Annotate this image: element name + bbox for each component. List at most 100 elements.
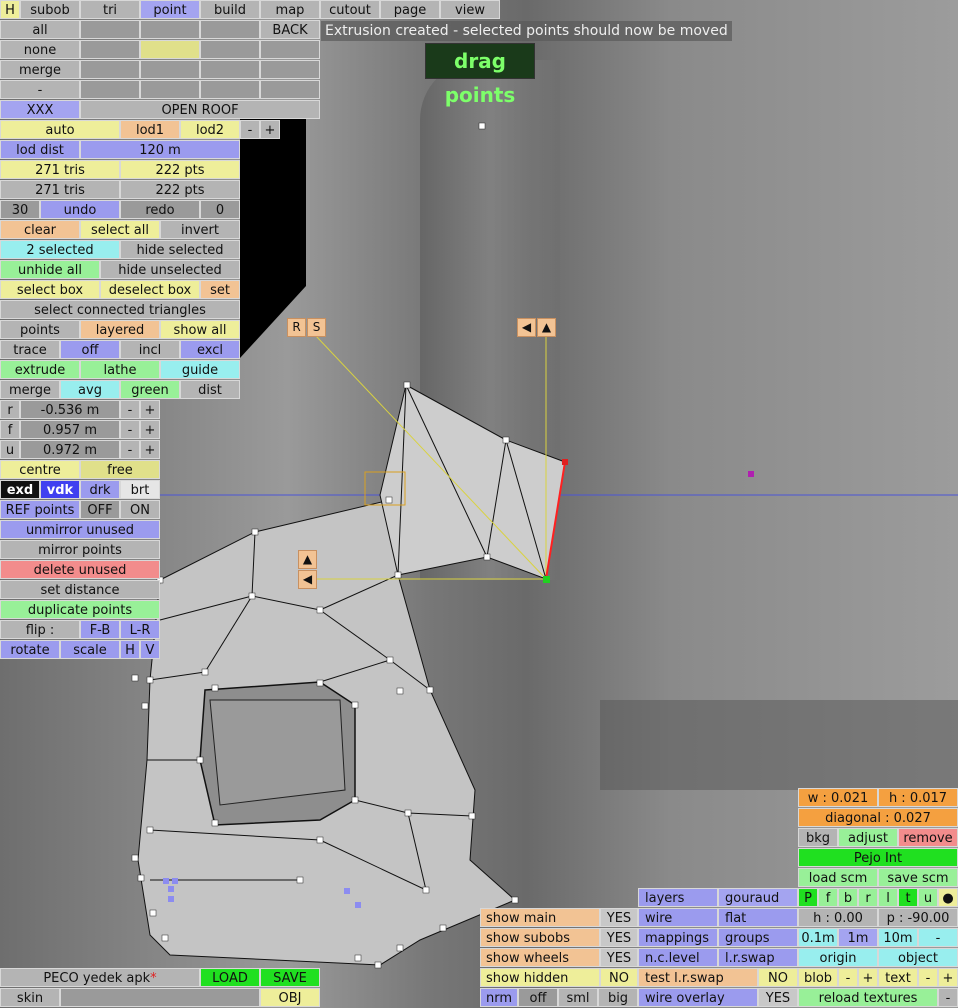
step-minus-button[interactable]: -: [918, 928, 958, 947]
mappings-button[interactable]: mappings: [638, 928, 718, 947]
view-u-button[interactable]: u: [918, 888, 938, 907]
select-all-button[interactable]: select all: [80, 220, 160, 239]
clear-button[interactable]: clear: [0, 220, 80, 239]
bkg-button[interactable]: bkg: [798, 828, 838, 847]
wire-overlay-value[interactable]: YES: [758, 988, 798, 1007]
show-hidden-value[interactable]: NO: [600, 968, 638, 987]
view-dot-button[interactable]: ●: [938, 888, 958, 907]
blob-plus-button[interactable]: +: [858, 968, 878, 987]
reload-minus-button[interactable]: -: [938, 988, 958, 1007]
view-l-button[interactable]: l: [878, 888, 898, 907]
heading-readout[interactable]: h : 0.00: [798, 908, 878, 927]
load-button[interactable]: LOAD: [200, 968, 260, 987]
ref-on-button[interactable]: ON: [120, 500, 160, 519]
big-button[interactable]: big: [598, 988, 638, 1007]
nc-level-button[interactable]: n.c.level: [638, 948, 718, 967]
view-r-button[interactable]: r: [858, 888, 878, 907]
trace-excl-button[interactable]: excl: [180, 340, 240, 359]
none-button[interactable]: none: [0, 40, 80, 59]
brt-button[interactable]: brt: [120, 480, 160, 499]
h-button[interactable]: H: [120, 640, 140, 659]
layered-button[interactable]: layered: [80, 320, 160, 339]
r-value-field[interactable]: -0.536 m: [20, 400, 120, 419]
ref-points-button[interactable]: REF points: [0, 500, 80, 519]
blob-minus-button[interactable]: -: [838, 968, 858, 987]
move-left-handle[interactable]: ◀: [517, 318, 536, 337]
empty-slot[interactable]: [260, 40, 320, 59]
dash-button[interactable]: -: [0, 80, 80, 99]
vdk-button[interactable]: vdk: [40, 480, 80, 499]
wire-overlay-button[interactable]: wire overlay: [638, 988, 758, 1007]
rotate-button[interactable]: rotate: [0, 640, 60, 659]
file-name-field[interactable]: PECO yedek apk*: [0, 968, 200, 987]
remove-button[interactable]: remove: [898, 828, 958, 847]
scale-button[interactable]: scale: [60, 640, 120, 659]
lod-minus-button[interactable]: -: [240, 120, 260, 139]
drk-button[interactable]: drk: [80, 480, 120, 499]
move-up-handle-2[interactable]: ▲: [298, 550, 317, 569]
show-main-value[interactable]: YES: [600, 908, 638, 927]
gouraud-button[interactable]: gouraud: [718, 888, 798, 907]
empty-slot[interactable]: [80, 60, 140, 79]
undo-button[interactable]: undo: [40, 200, 120, 219]
empty-slot[interactable]: [140, 20, 200, 39]
f-value-field[interactable]: 0.957 m: [20, 420, 120, 439]
skin-field[interactable]: [60, 988, 260, 1007]
delete-unused-button[interactable]: delete unused: [0, 560, 160, 579]
unmirror-unused-button[interactable]: unmirror unused: [0, 520, 160, 539]
empty-slot[interactable]: [140, 80, 200, 99]
step-01m-button[interactable]: 0.1m: [798, 928, 838, 947]
lod-dist-value[interactable]: 120 m: [80, 140, 240, 159]
view-p-button[interactable]: P: [798, 888, 818, 907]
set-distance-button[interactable]: set distance: [0, 580, 160, 599]
u-value-field[interactable]: 0.972 m: [20, 440, 120, 459]
dist-button[interactable]: dist: [180, 380, 240, 399]
text-minus-button[interactable]: -: [918, 968, 938, 987]
mirror-points-button[interactable]: mirror points: [0, 540, 160, 559]
view-t-button[interactable]: t: [898, 888, 918, 907]
empty-slot[interactable]: [200, 20, 260, 39]
tab-map[interactable]: map: [260, 0, 320, 19]
lod-plus-button[interactable]: +: [260, 120, 280, 139]
hide-unselected-button[interactable]: hide unselected: [100, 260, 240, 279]
color-swatch-slot[interactable]: [140, 40, 200, 59]
redo-button[interactable]: redo: [120, 200, 200, 219]
free-button[interactable]: free: [80, 460, 160, 479]
set-button[interactable]: set: [200, 280, 240, 299]
empty-slot[interactable]: [260, 80, 320, 99]
centre-button[interactable]: centre: [0, 460, 80, 479]
wire-button[interactable]: wire: [638, 908, 718, 927]
show-main-button[interactable]: show main: [480, 908, 600, 927]
merge-button[interactable]: merge: [0, 60, 80, 79]
test-lr-swap-value[interactable]: NO: [758, 968, 798, 987]
guide-button[interactable]: guide: [160, 360, 240, 379]
lr-swap-button[interactable]: l.r.swap: [718, 948, 798, 967]
u-plus-button[interactable]: +: [140, 440, 160, 459]
load-scm-button[interactable]: load scm: [798, 868, 878, 887]
ref-off-button[interactable]: OFF: [80, 500, 120, 519]
object-button[interactable]: object: [878, 948, 958, 967]
tab-subob[interactable]: subob: [20, 0, 80, 19]
hide-selected-button[interactable]: hide selected: [120, 240, 240, 259]
groups-button[interactable]: groups: [718, 928, 798, 947]
lod2-button[interactable]: lod2: [180, 120, 240, 139]
auto-button[interactable]: auto: [0, 120, 120, 139]
pivot-marker[interactable]: [748, 471, 754, 477]
reload-textures-button[interactable]: reload textures: [798, 988, 938, 1007]
f-plus-button[interactable]: +: [140, 420, 160, 439]
empty-slot[interactable]: [200, 60, 260, 79]
unhide-all-button[interactable]: unhide all: [0, 260, 100, 279]
tab-page[interactable]: page: [380, 0, 440, 19]
view-f-button[interactable]: f: [818, 888, 838, 907]
nrm-button[interactable]: nrm: [480, 988, 518, 1007]
layers-button[interactable]: layers: [638, 888, 718, 907]
show-hidden-button[interactable]: show hidden: [480, 968, 600, 987]
active-vertex-red[interactable]: [562, 459, 568, 465]
lathe-button[interactable]: lathe: [80, 360, 160, 379]
show-wheels-button[interactable]: show wheels: [480, 948, 600, 967]
tab-tri[interactable]: tri: [80, 0, 140, 19]
points-button[interactable]: points: [0, 320, 80, 339]
off-button[interactable]: off: [518, 988, 558, 1007]
empty-slot[interactable]: [200, 40, 260, 59]
move-up-handle[interactable]: ▲: [537, 318, 556, 337]
